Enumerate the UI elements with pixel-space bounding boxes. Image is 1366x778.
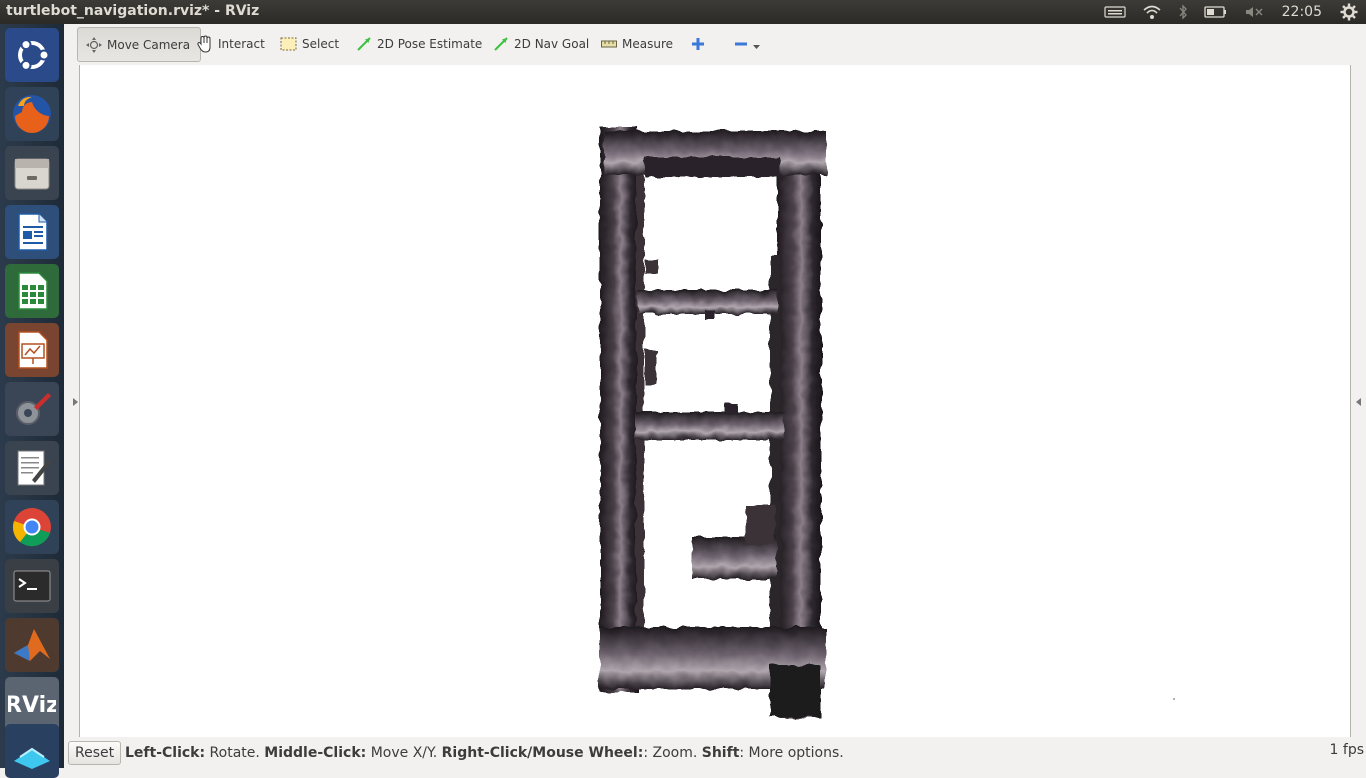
help-key: Right-Click/Mouse Wheel: (441, 745, 644, 761)
select-tool[interactable]: Select (280, 32, 339, 56)
fps-counter: 1 fps (1329, 742, 1364, 758)
hand-icon (197, 35, 211, 53)
rviz-icon-label: RViz (8, 693, 56, 718)
help-desc: Rotate. (205, 745, 265, 761)
chrome-icon[interactable] (5, 500, 59, 554)
help-desc: : Zoom. (643, 745, 702, 761)
remove-tool-button[interactable] (734, 32, 760, 56)
move-camera-tool[interactable]: Move Camera (77, 27, 202, 62)
status-bar: Reset Left-Click: Rotate. Middle-Click: … (66, 738, 1366, 768)
calc-icon[interactable] (5, 264, 59, 318)
select-label: Select (302, 37, 340, 51)
map-walls (600, 127, 826, 718)
expand-left-panel-icon[interactable] (73, 398, 78, 406)
text-editor-icon[interactable] (5, 441, 59, 495)
writer-icon[interactable] (5, 205, 59, 259)
nav-goal-label: 2D Nav Goal (514, 37, 590, 51)
help-key: Shift (701, 745, 740, 761)
reset-button[interactable]: Reset (68, 741, 122, 765)
volume-muted-icon[interactable] (1244, 5, 1264, 19)
keyboard-icon[interactable] (1104, 5, 1126, 19)
firefox-icon[interactable] (5, 87, 59, 141)
interact-tool[interactable]: Interact (197, 32, 265, 56)
nav-goal-icon (494, 37, 508, 51)
help-text: Left-Click: Rotate. Middle-Click: Move X… (125, 745, 844, 761)
render-viewport[interactable] (80, 65, 1350, 737)
bluetooth-icon[interactable] (1178, 4, 1188, 20)
rviz-toolbar: Move Camera Interact Select 2D Pose Esti… (66, 24, 1366, 64)
move-camera-icon (86, 36, 102, 53)
ruler-icon (601, 40, 617, 48)
plus-icon (692, 38, 704, 50)
pose-estimate-tool[interactable]: 2D Pose Estimate (356, 32, 482, 56)
system-tray: 22:05 (1096, 0, 1366, 24)
launcher: RViz (0, 24, 64, 778)
ubuntu-dash-icon[interactable] (5, 28, 59, 82)
add-tool-button[interactable] (691, 32, 705, 56)
select-icon (280, 37, 297, 51)
measure-label: Measure (622, 37, 673, 51)
workspace-icon[interactable] (5, 724, 59, 778)
divider (1350, 65, 1351, 737)
help-desc: Move X/Y. (366, 745, 442, 761)
impress-icon[interactable] (5, 323, 59, 377)
pose-estimate-icon (357, 37, 371, 51)
gear-icon[interactable] (1340, 3, 1358, 21)
help-key: Middle-Click: (264, 745, 367, 761)
window-title: turtlebot_navigation.rviz* - RViz (6, 3, 260, 19)
move-camera-label: Move Camera (107, 37, 191, 52)
measure-tool[interactable]: Measure (601, 32, 673, 56)
minus-dropdown-icon (735, 42, 760, 49)
clock[interactable]: 22:05 (1282, 4, 1322, 20)
top-panel: turtlebot_navigation.rviz* - RViz 22:05 (0, 0, 1366, 24)
help-key: Left-Click: (125, 745, 206, 761)
rviz-icon[interactable]: RViz (5, 677, 59, 731)
pose-estimate-label: 2D Pose Estimate (377, 37, 483, 51)
help-desc: : More options. (739, 745, 844, 761)
nav-goal-tool[interactable]: 2D Nav Goal (493, 32, 589, 56)
expand-right-panel-icon[interactable] (1356, 398, 1361, 406)
wifi-icon[interactable] (1142, 4, 1162, 20)
point-cloud-map (600, 127, 1175, 718)
system-settings-icon[interactable] (5, 382, 59, 436)
terminal-icon[interactable] (5, 559, 59, 613)
battery-icon[interactable] (1203, 5, 1228, 19)
interact-label: Interact (218, 37, 265, 51)
matlab-icon[interactable] (5, 618, 59, 672)
files-icon[interactable] (5, 146, 59, 200)
